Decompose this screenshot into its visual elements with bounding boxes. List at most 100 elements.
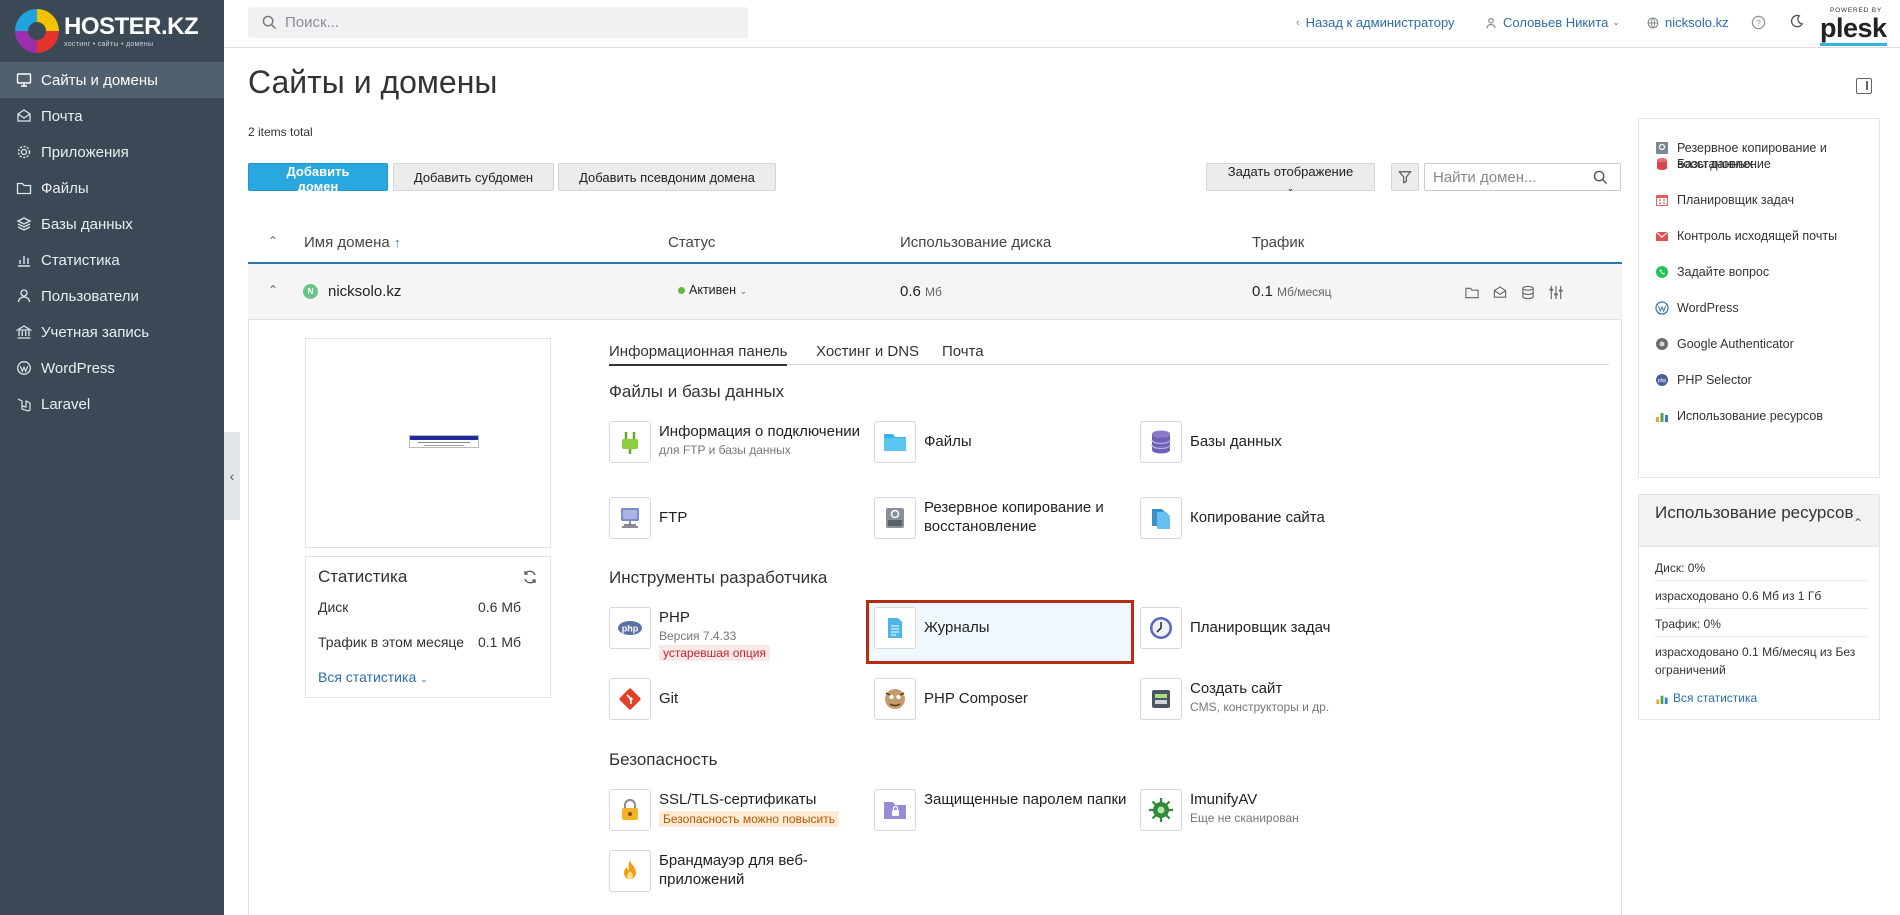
- divider: [1655, 580, 1867, 581]
- logo[interactable]: HOSTER.KZ хостинг • сайты • домены: [0, 0, 224, 62]
- sidebar-item-statistics[interactable]: Статистика: [0, 242, 224, 278]
- link-google-auth[interactable]: Google Authenticator: [1655, 336, 1875, 352]
- refresh-icon[interactable]: [522, 569, 538, 585]
- global-search[interactable]: [248, 7, 748, 38]
- traffic-value: 0.1 Мб/месяц: [1252, 283, 1332, 300]
- add-subdomain-button[interactable]: Добавить субдомен: [393, 163, 554, 191]
- mail-icon[interactable]: [1492, 285, 1508, 300]
- page-title: Сайты и домены: [248, 64, 498, 100]
- logo-name: HOSTER.KZ: [64, 12, 199, 40]
- column-disk-usage[interactable]: Использование диска: [900, 234, 1051, 251]
- disk-label: Диск:: [1655, 561, 1685, 575]
- collapse-row-icon[interactable]: ⌃: [268, 283, 278, 297]
- sidebar-item-files[interactable]: Файлы: [0, 170, 224, 206]
- domain-name-link[interactable]: nicksolo.kz: [328, 283, 401, 300]
- set-view-button[interactable]: Задать отображение ⌄: [1206, 163, 1375, 193]
- add-alias-button[interactable]: Добавить псевдоним домена: [558, 163, 776, 191]
- tile-title: Git: [659, 690, 679, 707]
- tile-composer[interactable]: PHP Composer: [874, 678, 1132, 738]
- disk-used-text: израсходовано 0.6 Мб из 1 Гб: [1655, 589, 1822, 603]
- tile-subtitle: для FTP и базы данных: [659, 443, 791, 457]
- tile-scheduler[interactable]: Планировщик задач: [1140, 607, 1398, 667]
- tile-files[interactable]: Файлы: [874, 421, 1132, 481]
- wordpress-icon: [15, 359, 33, 377]
- sidebar-item-apps[interactable]: Приложения: [0, 134, 224, 170]
- tile-title: Резервное копирование и восстановление: [924, 499, 1104, 535]
- domain-search-input[interactable]: [1433, 168, 1593, 186]
- globe-icon: [1647, 17, 1659, 28]
- column-traffic[interactable]: Трафик: [1252, 234, 1304, 251]
- site-preview[interactable]: [305, 338, 551, 548]
- tile-password-dirs[interactable]: Защищенные паролем папки: [874, 789, 1132, 849]
- link-wordpress[interactable]: WordPress: [1655, 300, 1875, 316]
- database-icon[interactable]: [1520, 285, 1536, 300]
- tile-imunifyav[interactable]: ImunifyAV Еще не сканирован: [1140, 789, 1398, 849]
- sidebar-item-account[interactable]: Учетная запись: [0, 314, 224, 350]
- global-search-input[interactable]: [285, 14, 725, 31]
- tile-connection-info[interactable]: Информация о подключении для FTP и базы д…: [609, 421, 867, 481]
- filter-icon: [1398, 171, 1412, 184]
- link-php-selector[interactable]: php PHP Selector: [1655, 372, 1875, 388]
- sidebar-item-label: Учетная запись: [41, 323, 150, 341]
- column-status[interactable]: Статус: [668, 234, 715, 251]
- all-stats-link[interactable]: Вся статистика ⌄: [318, 669, 428, 685]
- tile-create-site[interactable]: Создать сайт CMS, конструкторы и др.: [1140, 678, 1398, 738]
- sidebar-item-users[interactable]: Пользователи: [0, 278, 224, 314]
- sidebar-item-label: Сайты и домены: [41, 71, 158, 89]
- link-resource-usage[interactable]: Использование ресурсов: [1655, 408, 1875, 424]
- section-files-title: Файлы и базы данных: [609, 382, 785, 401]
- back-to-admin-link[interactable]: ‹ Назад к администратору: [1296, 15, 1455, 30]
- user-menu[interactable]: Соловьев Никита ⌄: [1485, 15, 1620, 30]
- link-outgoing-mail[interactable]: Контроль исходящей почты: [1655, 228, 1875, 244]
- tile-git[interactable]: Git: [609, 678, 867, 738]
- bar-chart-icon: [1656, 413, 1668, 422]
- sidebar-item-laravel[interactable]: Laravel: [0, 386, 224, 422]
- sidebar-item-wordpress[interactable]: WordPress: [0, 350, 224, 386]
- tile-ftp[interactable]: FTP: [609, 497, 867, 557]
- tile-waf[interactable]: Брандмауэр для веб-приложений: [609, 850, 867, 910]
- tile-backup[interactable]: Резервное копирование и восстановление: [874, 497, 1132, 557]
- all-stats-link[interactable]: Вся статистика: [1655, 689, 1870, 707]
- tile-logs[interactable]: Журналы: [874, 607, 1132, 667]
- ftp-icon: [609, 497, 651, 539]
- help-icon[interactable]: ?: [1751, 15, 1766, 30]
- plesk-logo: POWERED BY plesk: [1820, 7, 1887, 46]
- backup-icon: [1656, 142, 1668, 154]
- sidebar-collapse-handle[interactable]: ‹: [224, 432, 240, 520]
- tile-title: Файлы: [924, 433, 972, 450]
- sidebar-item-sites[interactable]: Сайты и домены: [0, 62, 224, 98]
- table-row[interactable]: ⌃ N nicksolo.kz Активен ⌄ 0.6 Мб 0.1 Мб/…: [248, 264, 1622, 320]
- tile-ssl[interactable]: SSL/TLS-сертификаты Безопасность можно по…: [609, 789, 867, 849]
- tile-php[interactable]: php PHP Версия 7.4.33 устаревшая опция: [609, 607, 867, 667]
- link-ask-question[interactable]: Задайте вопрос: [1655, 264, 1875, 280]
- tile-site-copy[interactable]: Копирование сайта: [1140, 497, 1398, 557]
- resource-usage-header[interactable]: Использование ресурсов ⌃: [1639, 495, 1879, 547]
- git-icon: [609, 678, 651, 720]
- settings-sliders-icon[interactable]: [1548, 285, 1564, 300]
- folder-icon[interactable]: [1464, 285, 1480, 300]
- monitor-icon: [15, 71, 33, 89]
- moon-icon[interactable]: [1789, 14, 1804, 29]
- status-badge[interactable]: Активен ⌄: [678, 283, 747, 297]
- column-domain-name[interactable]: Имя домена ↑: [304, 234, 400, 251]
- panel-toggle-icon[interactable]: [1856, 78, 1872, 94]
- filter-button[interactable]: [1391, 163, 1419, 191]
- link-label: Задайте вопрос: [1677, 265, 1770, 279]
- sidebar-item-databases[interactable]: Базы данных: [0, 206, 224, 242]
- search-icon[interactable]: [1593, 170, 1608, 185]
- divider: [1655, 608, 1867, 609]
- domain-search[interactable]: [1424, 163, 1621, 191]
- domain-switcher[interactable]: nicksolo.kz: [1647, 15, 1729, 30]
- add-domain-button[interactable]: Добавить домен: [248, 163, 388, 194]
- tile-databases[interactable]: Базы данных: [1140, 421, 1398, 481]
- collapse-all-icon[interactable]: ⌃: [268, 234, 278, 248]
- sidebar-item-mail[interactable]: Почта: [0, 98, 224, 134]
- link-databases[interactable]: Базы данных: [1655, 156, 1875, 172]
- link-scheduler[interactable]: Планировщик задач: [1655, 192, 1875, 208]
- tab-mail[interactable]: Почта: [942, 343, 984, 364]
- tab-hosting-dns[interactable]: Хостинг и DNS: [816, 343, 919, 364]
- domain-favicon-icon: N: [303, 284, 318, 299]
- quick-links-panel: Резервное копирование и восстановление Б…: [1638, 118, 1880, 478]
- tab-dashboard[interactable]: Информационная панель: [609, 343, 788, 366]
- plug-icon: [609, 421, 651, 463]
